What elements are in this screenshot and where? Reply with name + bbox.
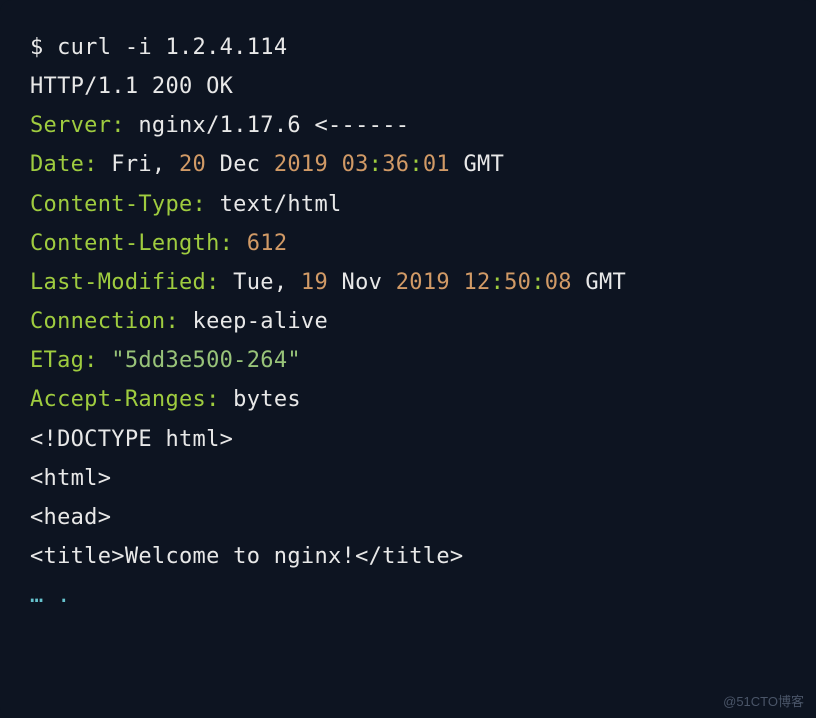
header-content-length: Content-Length: 612 xyxy=(30,224,786,263)
header-accept-ranges: Accept-Ranges: bytes xyxy=(30,380,786,419)
header-value: 612 xyxy=(247,231,288,256)
annotation-arrow: <------ xyxy=(314,113,409,138)
body-head-open: <head> xyxy=(30,498,786,537)
header-value: keep-alive xyxy=(179,309,328,334)
header-server: Server: nginx/1.17.6 <------ xyxy=(30,106,786,145)
header-key: Connection: xyxy=(30,309,179,334)
header-etag: ETag: "5dd3e500-264" xyxy=(30,341,786,380)
header-connection: Connection: keep-alive xyxy=(30,302,786,341)
header-key: Content-Length: xyxy=(30,231,233,256)
http-status-line: HTTP/1.1 200 OK xyxy=(30,67,786,106)
header-key: ETag: xyxy=(30,348,98,373)
header-value: bytes xyxy=(220,387,301,412)
body-ellipsis: … . xyxy=(30,576,786,615)
header-value: "5dd3e500-264" xyxy=(111,348,301,373)
header-date: Date: Fri, 20 Dec 2019 03:36:01 GMT xyxy=(30,145,786,184)
body-html-open: <html> xyxy=(30,459,786,498)
header-key: Date: xyxy=(30,152,98,177)
body-title: <title>Welcome to nginx!</title> xyxy=(30,537,786,576)
prompt: $ xyxy=(30,35,57,60)
command-line: $ curl -i 1.2.4.114 xyxy=(30,28,786,67)
terminal-output: $ curl -i 1.2.4.114 HTTP/1.1 200 OK Serv… xyxy=(0,0,816,718)
header-key: Server: xyxy=(30,113,125,138)
body-doctype: <!DOCTYPE html> xyxy=(30,420,786,459)
header-content-type: Content-Type: text/html xyxy=(30,185,786,224)
header-key: Last-Modified: xyxy=(30,270,220,295)
header-value: nginx/1.17.6 xyxy=(125,113,315,138)
command-text: curl -i 1.2.4.114 xyxy=(57,35,287,60)
watermark-text: @51CTO博客 xyxy=(723,691,804,710)
header-key: Accept-Ranges: xyxy=(30,387,220,412)
header-value: text/html xyxy=(206,192,341,217)
header-key: Content-Type: xyxy=(30,192,206,217)
header-last-modified: Last-Modified: Tue, 19 Nov 2019 12:50:08… xyxy=(30,263,786,302)
